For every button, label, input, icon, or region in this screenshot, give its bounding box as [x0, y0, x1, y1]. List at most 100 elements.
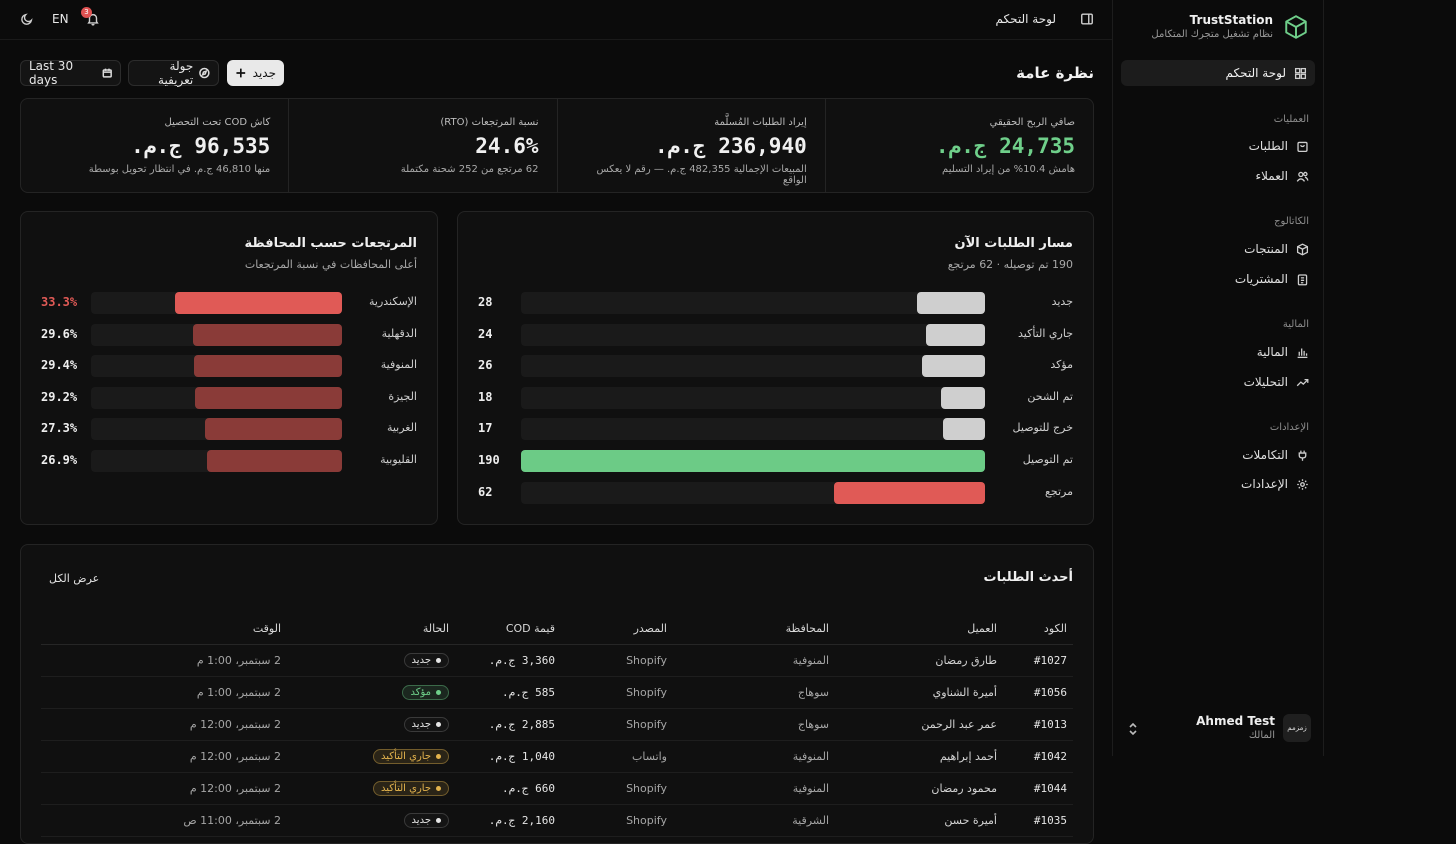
pipeline-track: [521, 386, 985, 409]
table-row[interactable]: #1035 أميرة حسن الشرقية Shopify 2,160 ج.م. جد…: [41, 804, 1073, 837]
panel-title: المرتجعات حسب المحافظة: [244, 236, 417, 251]
panel-subtitle: 190 تم توصيله · 62 مرتجع: [947, 258, 1073, 271]
returns-row[interactable]: الإسكندرية 33.3%: [21, 292, 437, 314]
cod-amount: 3,360 ج.م.: [455, 644, 561, 677]
pipeline-row[interactable]: جديد 28: [458, 292, 1093, 314]
source: Shopify: [561, 644, 673, 677]
bag-icon: [1297, 141, 1308, 152]
status-badge: جاري التأكيد: [373, 780, 449, 796]
pipeline-value: 62: [478, 484, 493, 499]
status-badge: جديد: [403, 716, 449, 732]
sidebar-item-purchases[interactable]: المشتريات: [1235, 270, 1309, 288]
kpi-label: كاش COD تحت التحصيل: [164, 117, 271, 128]
governorate: سوهاج: [673, 676, 835, 709]
status-cell: جديد: [287, 708, 455, 741]
status-label: مؤكد: [410, 686, 431, 698]
returns-bar: [195, 386, 342, 409]
pipeline-row[interactable]: تم التوصيل 190: [458, 450, 1093, 472]
sidebar-item-dashboard[interactable]: لوحة التحكم: [1121, 60, 1315, 86]
chevron-up-down-icon[interactable]: [1127, 722, 1139, 736]
returns-value: 29.6%: [41, 326, 78, 341]
user-menu[interactable]: زمزمم Ahmed Test المالك: [1196, 714, 1311, 742]
plus-icon: [236, 68, 246, 78]
returns-label: الدقهلية: [381, 326, 417, 340]
order-time: 2 سبتمبر، 12:00 م: [41, 772, 287, 805]
col-cod: قيمة COD: [455, 613, 561, 645]
sidebar-item-analytics[interactable]: التحليلات: [1244, 373, 1309, 391]
governorate: المنوفية: [673, 644, 835, 677]
status-dot: [436, 689, 441, 695]
bar-chart-icon: [1297, 347, 1308, 358]
language-toggle[interactable]: EN: [52, 12, 69, 26]
clipboard-icon: [1297, 273, 1308, 285]
returns-label: القليوبية: [380, 453, 417, 466]
kpi-value: 96,535 ج.م.: [131, 134, 271, 158]
status-cell: جاري التأكيد: [287, 772, 455, 805]
moon-icon[interactable]: [20, 12, 34, 26]
view-all-link[interactable]: عرض الكل: [49, 572, 99, 585]
table-row[interactable]: #1027 طارق رمضان المنوفية Shopify 3,360 ج.م.…: [41, 644, 1073, 677]
status-cell: مؤكد: [287, 676, 455, 709]
tour-button[interactable]: جولة تعريفية: [128, 59, 219, 87]
sidebar-item-settings[interactable]: الإعدادات: [1241, 475, 1309, 493]
cod-amount: 2,160 ج.م.: [455, 804, 561, 837]
returns-row[interactable]: الجيزة 29.2%: [21, 386, 437, 409]
returns-row[interactable]: المنوفية 29.4%: [21, 355, 437, 378]
order-code: #1042: [1003, 740, 1073, 773]
sidebar: TrustStation نظام تشغيل متجرك المتكامل ل…: [1112, 0, 1324, 756]
col-time: الوقت: [41, 613, 287, 645]
returns-row[interactable]: القليوبية 26.9%: [21, 450, 437, 472]
table-row[interactable]: #1044 محمود رمضان المنوفية Shopify 660 ج.م. ج…: [41, 772, 1073, 805]
order-time: 2 سبتمبر، 1:00 م: [41, 644, 287, 677]
customer-name: محمود رمضان: [835, 772, 1003, 805]
sidebar-item-integrations[interactable]: التكاملات: [1242, 446, 1309, 464]
pipeline-label: جديد: [1051, 295, 1073, 308]
returns-row[interactable]: الغربية 27.3%: [21, 418, 437, 441]
pipeline-row[interactable]: مؤكد 26: [458, 355, 1093, 378]
source: Shopify: [561, 708, 673, 741]
returns-value: 26.9%: [41, 453, 78, 467]
sidebar-item-label: الإعدادات: [1241, 477, 1288, 491]
pipeline-row[interactable]: خرج للتوصيل 17: [458, 418, 1093, 441]
kpi-sub: هامش 10.4% من إيراد التسليم: [942, 164, 1075, 175]
table-row[interactable]: #1013 عمر عبد الرحمن سوهاج Shopify 2,885 ج.م…: [41, 708, 1073, 741]
sidebar-item-label: لوحة التحكم: [1225, 66, 1287, 80]
returns-bar: [206, 450, 342, 472]
order-time: 2 سبتمبر، 12:00 م: [41, 708, 287, 741]
pipeline-bar: [941, 386, 985, 409]
user-name: Ahmed Test: [1196, 714, 1275, 728]
topbar: لوحة التحكم EN 3: [0, 0, 1112, 40]
sidebar-item-finance[interactable]: المالية: [1257, 343, 1309, 361]
new-button[interactable]: جديد: [227, 60, 284, 86]
table-row[interactable]: #1042 أحمد إبراهيم المنوفية واتساب 1,040 ج.م…: [41, 740, 1073, 773]
pipeline-row[interactable]: مرتجع 62: [458, 481, 1093, 504]
sidebar-item-customers[interactable]: العملاء: [1255, 167, 1309, 185]
sidebar-item-products[interactable]: المنتجات: [1244, 240, 1309, 258]
sidebar-toggle-icon[interactable]: [1080, 12, 1094, 26]
pipeline-row[interactable]: جاري التأكيد 24: [458, 323, 1093, 346]
panel-title: أحدث الطلبات: [983, 570, 1073, 585]
pipeline-label: تم الشحن: [1027, 389, 1073, 403]
page-title: نظرة عامة: [1016, 64, 1094, 82]
returns-value: 27.3%: [41, 421, 78, 436]
status-dot: [436, 785, 441, 791]
governorate: المنوفية: [673, 740, 835, 773]
col-code: الكود: [1003, 613, 1073, 645]
returns-value: 29.2%: [41, 389, 78, 404]
pipeline-row[interactable]: تم الشحن 18: [458, 386, 1093, 409]
col-governorate: المحافظة: [673, 613, 835, 645]
date-range-button[interactable]: Last 30 days: [20, 59, 121, 87]
kpi-value: 24,735 ج.م.: [935, 134, 1075, 158]
table-row[interactable]: #1056 أميرة الشناوي سوهاج Shopify 585 ج.م. مؤ…: [41, 676, 1073, 709]
trending-up-icon: [1296, 378, 1309, 386]
pipeline-label: مؤكد: [1050, 358, 1073, 372]
sidebar-item-label: العملاء: [1255, 169, 1288, 183]
kpi-sub: 62 مرتجع من 252 شحنة مكتملة: [400, 164, 539, 175]
kpi-rto-rate: نسبة المرتجعات (RTO) 24.6% 62 مرتجع من 2…: [288, 99, 556, 192]
returns-track: [91, 292, 342, 314]
new-button-label: جديد: [252, 66, 276, 80]
sidebar-item-orders[interactable]: الطلبات: [1249, 137, 1309, 155]
returns-track: [91, 386, 342, 409]
returns-row[interactable]: الدقهلية 29.6%: [21, 323, 437, 346]
brand[interactable]: TrustStation نظام تشغيل متجرك المتكامل: [1151, 12, 1309, 42]
